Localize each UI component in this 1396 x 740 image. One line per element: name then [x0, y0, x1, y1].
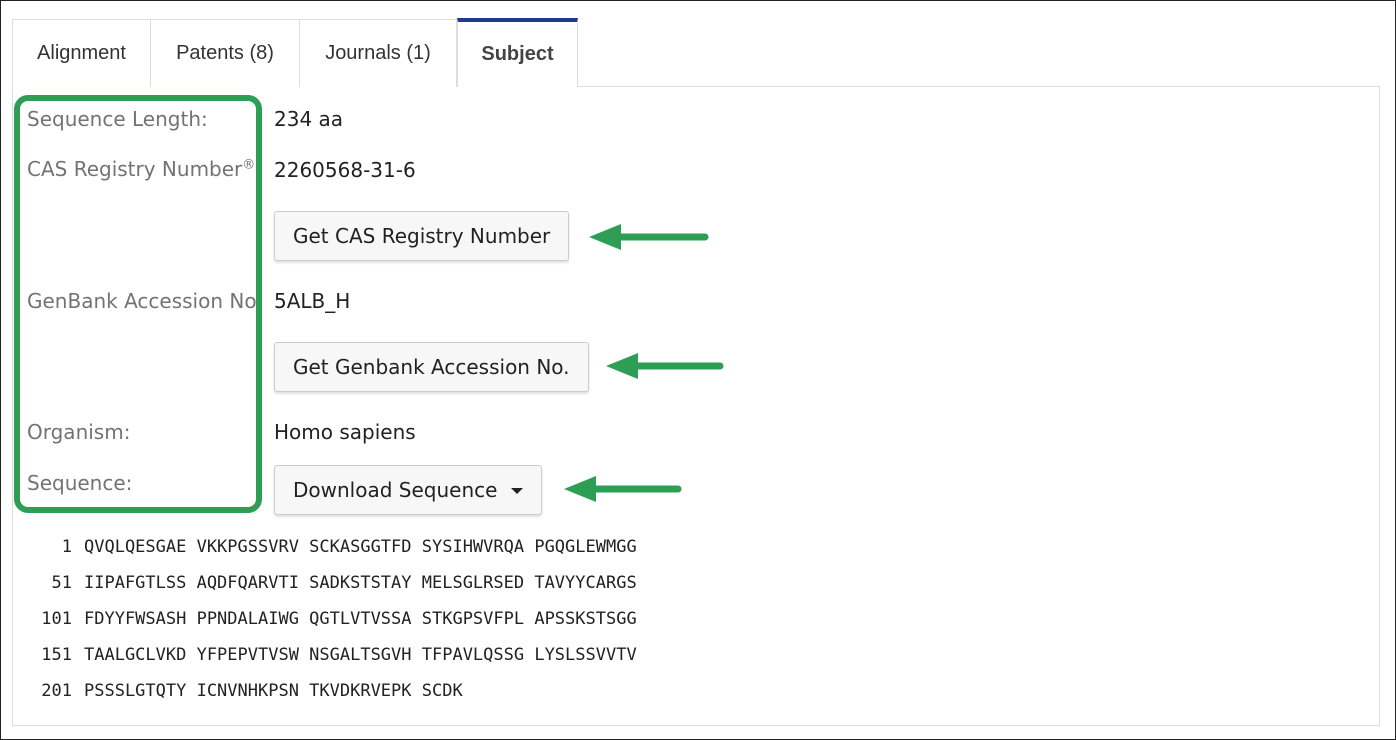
tab-label: Journals (1): [325, 42, 431, 64]
genbank-value: 5ALB_H: [274, 289, 351, 313]
sequence-line-text: PSSSLGTQTY ICNVNHKPSN TKVDKRVEPK SCDK: [84, 681, 463, 701]
sequence-line-number: 1: [61, 537, 72, 557]
download-sequence-button[interactable]: Download Sequence: [274, 465, 543, 515]
sequence-line: 151 TAALGCLVKD YFPEPVTVSW NSGALTSGVH TFPA…: [28, 645, 637, 665]
tab-label: Alignment: [37, 42, 126, 64]
sequence-line-number: 201: [41, 681, 72, 701]
tab-patents[interactable]: Patents (8): [150, 19, 300, 87]
button-label: Download Sequence: [293, 478, 498, 502]
sequence-line-number: 51: [51, 573, 72, 593]
button-label: Get Genbank Accession No.: [293, 355, 570, 379]
tab-label: Subject: [481, 43, 554, 65]
sequence-line-number: 101: [41, 609, 72, 629]
sequence-length-value: 234 aa: [274, 107, 344, 131]
tab-subject[interactable]: Subject: [457, 18, 578, 87]
tab-journals[interactable]: Journals (1): [299, 19, 457, 87]
tab-label: Patents (8): [176, 42, 274, 64]
sequence-line-text: QVQLQESGAE VKKPGSSVRV SCKASGGTFD SYSIHWV…: [84, 537, 637, 557]
arrow-left-icon: [606, 353, 724, 379]
sequence-line: 1 QVQLQESGAE VKKPGSSVRV SCKASGGTFD SYSIHW…: [28, 537, 637, 557]
chevron-down-icon: [511, 488, 524, 494]
sequence-line-number: 151: [41, 645, 72, 665]
tab-alignment[interactable]: Alignment: [12, 19, 151, 87]
arrow-left-icon: [564, 476, 682, 502]
sequence-line-text: IIPAFGTLSS AQDFQARVTI SADKSTSTAY MELSGLR…: [84, 573, 637, 593]
get-genbank-button[interactable]: Get Genbank Accession No.: [274, 342, 589, 392]
sequence-line: 201 PSSSLGTQTY ICNVNHKPSN TKVDKRVEPK SCDK: [28, 681, 463, 701]
organism-value: Homo sapiens: [274, 420, 416, 444]
cas-registry-value: 2260568-31-6: [274, 158, 416, 182]
arrow-left-icon: [589, 224, 709, 250]
label-highlight-box: [14, 95, 262, 513]
button-label: Get CAS Registry Number: [293, 224, 551, 248]
sequence-line: 101 FDYYFWSASH PPNDALAIWG QGTLVTVSSA STKG…: [28, 609, 637, 629]
sequence-line-text: FDYYFWSASH PPNDALAIWG QGTLVTVSSA STKGPSV…: [84, 609, 637, 629]
sequence-line-text: TAALGCLVKD YFPEPVTVSW NSGALTSGVH TFPAVLQ…: [84, 645, 637, 665]
sequence-line: 51 IIPAFGTLSS AQDFQARVTI SADKSTSTAY MELSG…: [28, 573, 637, 593]
get-cas-registry-button[interactable]: Get CAS Registry Number: [274, 211, 570, 261]
